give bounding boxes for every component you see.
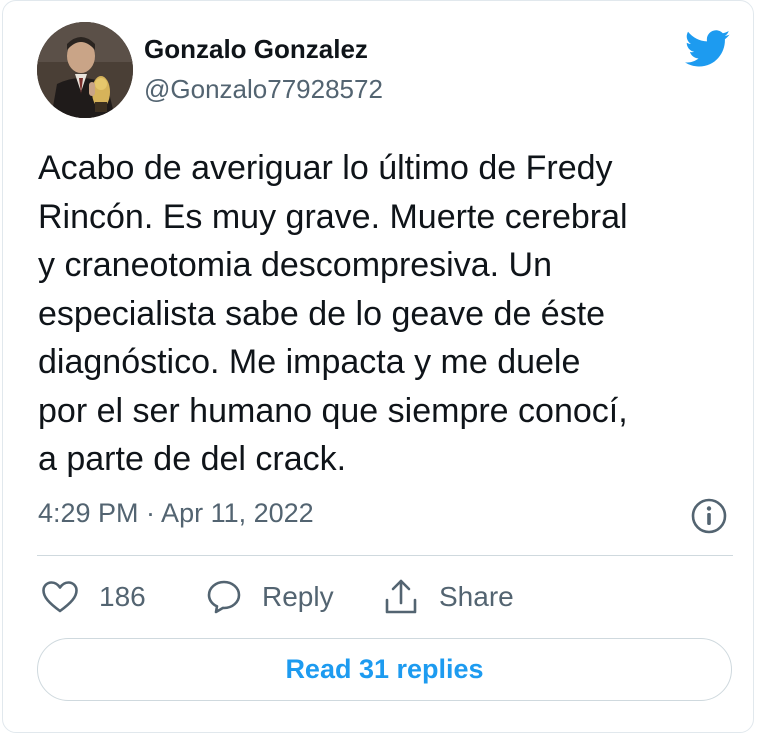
tweet-text-line: y craneotomia descompresiva. Un bbox=[38, 246, 553, 284]
tweet-text-line: por el ser humano que siempre conocí, bbox=[38, 391, 628, 430]
speech-bubble-icon bbox=[207, 580, 241, 614]
tweet-text-line: Acabo de averiguar lo último de Fredy bbox=[38, 149, 613, 187]
tweet-card: Gonzalo Gonzalez @Gonzalo77928572 Acabo … bbox=[2, 0, 754, 733]
tweet-text-line: a parte de del crack. bbox=[38, 440, 347, 478]
tweet-timestamp[interactable]: 4:29 PM · Apr 11, 2022 bbox=[38, 498, 314, 529]
share-label: Share bbox=[439, 581, 514, 612]
like-count: 186 bbox=[99, 581, 146, 612]
avatar[interactable] bbox=[37, 22, 133, 118]
share-upload-icon bbox=[385, 579, 417, 614]
share-button[interactable]: Share bbox=[383, 576, 514, 618]
twitter-bird-icon[interactable] bbox=[684, 30, 731, 68]
reply-button[interactable]: Reply bbox=[206, 576, 334, 618]
info-icon[interactable] bbox=[691, 498, 727, 534]
author-display-name[interactable]: Gonzalo Gonzalez bbox=[144, 34, 368, 65]
read-replies-button[interactable]: Read 31 replies bbox=[37, 638, 732, 701]
reply-label: Reply bbox=[262, 581, 334, 612]
tweet-text-line: Rincón. Es muy grave. Muerte cerebral bbox=[38, 197, 628, 236]
divider bbox=[37, 555, 733, 556]
tweet-text-line: diagnóstico. Me impacta y me duele bbox=[38, 343, 581, 381]
tweet-text: Acabo de averiguar lo último de Fredy Ri… bbox=[38, 144, 728, 484]
avatar-image bbox=[37, 22, 133, 118]
tweet-text-line: especialista sabe de lo geave de éste bbox=[38, 294, 606, 333]
heart-icon bbox=[42, 581, 78, 613]
author-handle[interactable]: @Gonzalo77928572 bbox=[144, 74, 383, 105]
like-button[interactable]: 186 bbox=[41, 576, 146, 618]
